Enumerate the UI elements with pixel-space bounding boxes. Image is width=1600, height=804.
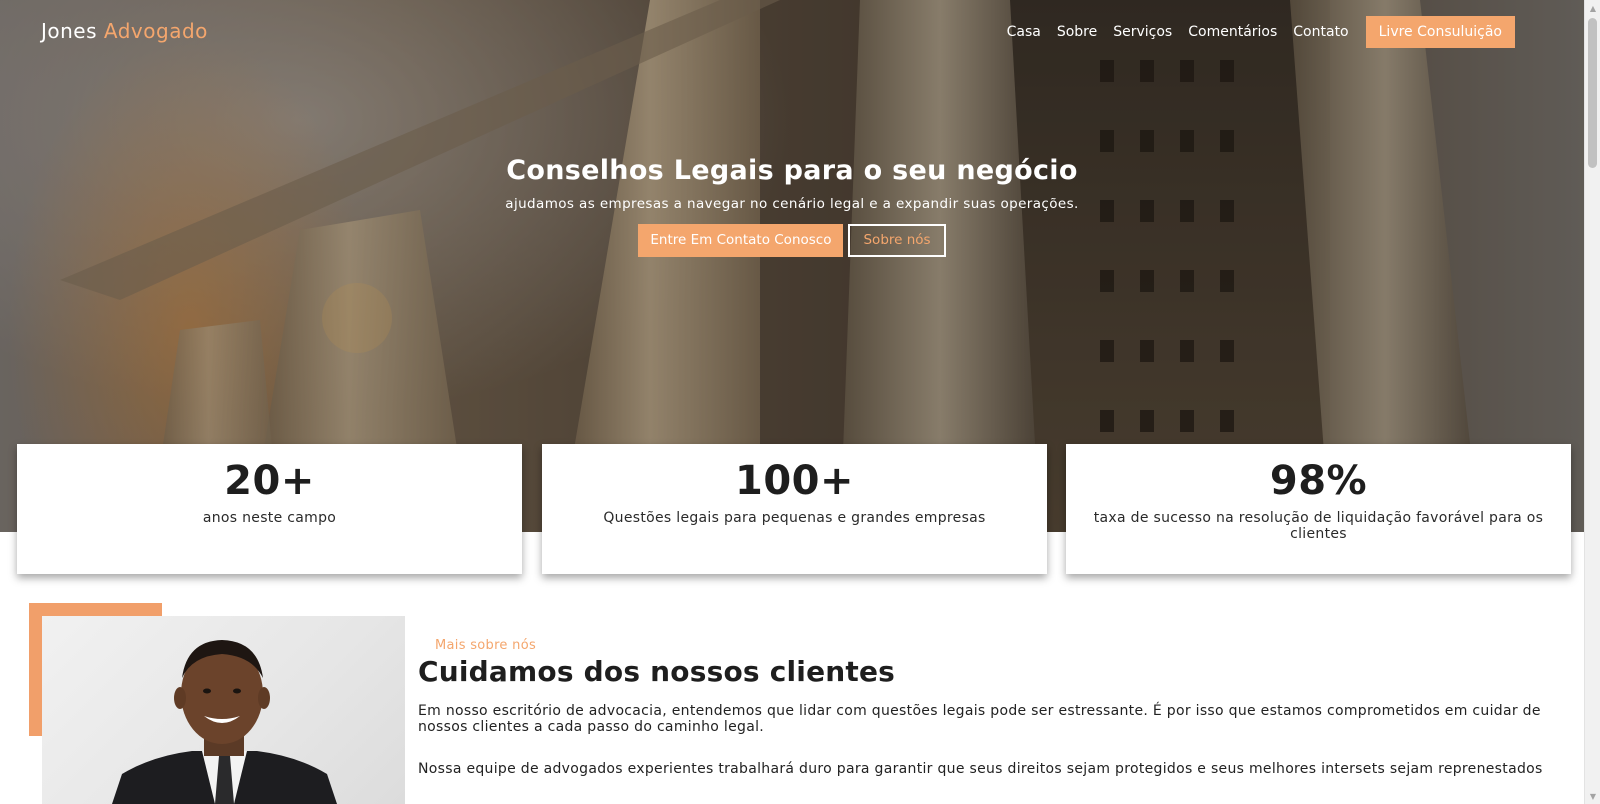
stat-value: 20+ <box>224 458 315 504</box>
about-section: Mais sobre nós Cuidamos dos nossos clien… <box>418 638 1548 777</box>
site-logo[interactable]: Jones Advogado <box>41 19 208 43</box>
stat-value: 98% <box>1269 458 1368 504</box>
scrollbar-thumb[interactable] <box>1588 18 1597 168</box>
about-paragraph: Nossa equipe de advogados experientes tr… <box>418 761 1543 777</box>
triangle-down-icon[interactable]: ▼ <box>1585 788 1600 804</box>
about-paragraph: Em nosso escritório de advocacia, entend… <box>418 703 1541 735</box>
hero-subtitle: ajudamos as empresas a navegar no cenári… <box>505 196 1079 212</box>
stat-label: taxa de sucesso na resolução de liquidaç… <box>1093 510 1544 542</box>
page-scrollbar[interactable]: ▲ ▼ <box>1584 0 1600 804</box>
about-us-button[interactable]: Sobre nós <box>848 224 946 257</box>
main-nav: Casa Sobre Serviços Comentários Contato … <box>999 16 1515 48</box>
nav-link-services[interactable]: Serviços <box>1105 17 1180 47</box>
nav-link-contact[interactable]: Contato <box>1285 17 1356 47</box>
stat-label: Questões legais para pequenas e grandes … <box>603 510 986 526</box>
stat-card-cases: 100+ Questões legais para pequenas e gra… <box>542 444 1047 574</box>
nav-link-home[interactable]: Casa <box>999 17 1049 47</box>
hero-buttons: Entre Em Contato Conosco Sobre nós <box>0 224 1584 257</box>
lawyer-portrait <box>42 616 405 804</box>
about-title: Cuidamos dos nossos clientes <box>418 655 896 688</box>
nav-link-about[interactable]: Sobre <box>1049 17 1105 47</box>
brand-name-accent: Advogado <box>103 19 208 43</box>
stat-card-years: 20+ anos neste campo <box>17 444 522 574</box>
hero-title: Conselhos Legais para o seu negócio <box>506 155 1078 186</box>
stat-card-success-rate: 98% taxa de sucesso na resolução de liqu… <box>1066 444 1571 574</box>
nav-link-reviews[interactable]: Comentários <box>1180 17 1285 47</box>
free-consultation-button[interactable]: Livre Consuluição <box>1365 16 1515 48</box>
stat-value: 100+ <box>734 458 854 504</box>
hero-content: Conselhos Legais para o seu negócio ajud… <box>0 155 1584 257</box>
stat-label: anos neste campo <box>202 510 337 526</box>
triangle-up-icon[interactable]: ▲ <box>1585 0 1600 16</box>
about-eyebrow: Mais sobre nós <box>435 638 537 653</box>
contact-us-button[interactable]: Entre Em Contato Conosco <box>638 224 844 257</box>
brand-name-primary: Jones <box>41 19 98 43</box>
